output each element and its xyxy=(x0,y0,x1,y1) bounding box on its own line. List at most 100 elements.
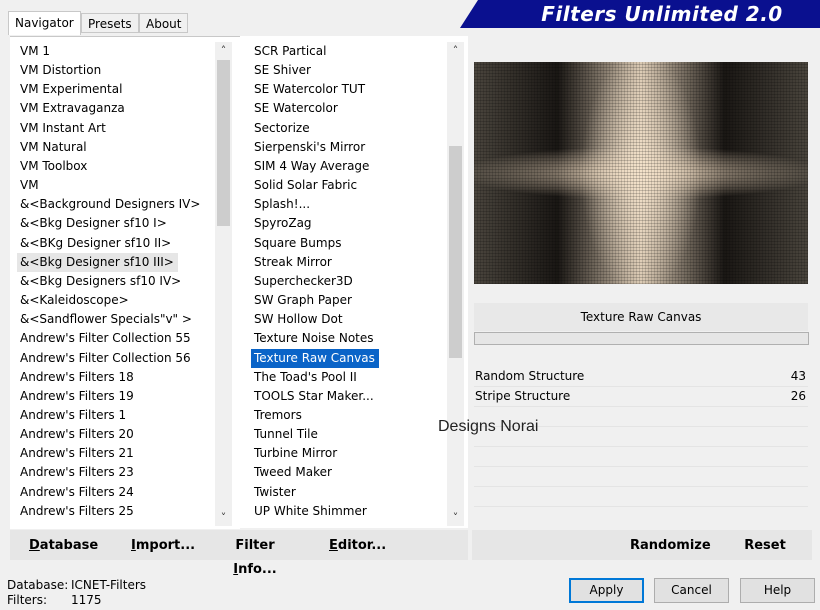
list-item[interactable]: SCR Partical xyxy=(251,42,330,61)
list-row: Tremors xyxy=(251,406,445,425)
import-button[interactable]: Import... xyxy=(131,534,195,558)
list-item[interactable]: &<Sandflower Specials"v" > xyxy=(17,310,196,329)
editor-hotkey: E xyxy=(329,538,338,553)
list-item[interactable]: SE Watercolor xyxy=(251,99,342,118)
list-row: TOOLS Star Maker... xyxy=(251,387,445,406)
list-item[interactable]: &<Bkg Designers sf10 IV> xyxy=(17,272,185,291)
status-filters-label: Filters: xyxy=(7,593,48,607)
apply-button[interactable]: Apply xyxy=(569,578,644,603)
list-item[interactable]: Andrew's Filters 18 xyxy=(17,368,138,387)
database-hotkey: D xyxy=(29,538,40,553)
list-row: Andrew's Filters 25 xyxy=(17,502,213,521)
list-item[interactable]: Sectorize xyxy=(251,119,314,138)
randomize-button[interactable]: Randomize xyxy=(630,534,711,558)
list-item[interactable]: &<Background Designers IV> xyxy=(17,195,204,214)
list-row: Andrew's Filters 19 xyxy=(17,387,213,406)
list-item[interactable]: Andrew's Filters 23 xyxy=(17,463,138,482)
filter-scrollbar[interactable]: ˄ ˅ xyxy=(447,42,464,526)
list-item[interactable]: Streak Mirror xyxy=(251,253,336,272)
list-item[interactable]: Tremors xyxy=(251,406,306,425)
list-item[interactable]: Andrew's Filter Collection 55 xyxy=(17,329,195,348)
list-item[interactable]: Texture Noise Notes xyxy=(251,329,378,348)
list-item[interactable]: VM Instant Art xyxy=(17,119,110,138)
list-row: &<Bkg Designers sf10 IV> xyxy=(17,272,213,291)
list-item[interactable]: Andrew's Filters 21 xyxy=(17,444,138,463)
scroll-down-icon[interactable]: ˅ xyxy=(215,509,232,526)
list-item[interactable]: Tunnel Tile xyxy=(251,425,322,444)
list-item[interactable]: &<Bkg Designer sf10 I> xyxy=(17,214,171,233)
import-rest: mport... xyxy=(135,538,196,553)
list-item[interactable]: VM Extravaganza xyxy=(17,99,129,118)
scroll-thumb[interactable] xyxy=(217,60,230,226)
list-item[interactable]: Sierpenski's Mirror xyxy=(251,138,369,157)
list-item[interactable]: Andrew's Filters 1 xyxy=(17,406,130,425)
list-item[interactable]: Turbine Mirror xyxy=(251,444,341,463)
list-item[interactable]: Twister xyxy=(251,483,300,502)
scroll-up-icon[interactable]: ˄ xyxy=(215,42,232,59)
category-list[interactable]: VM 1 VM Distortion VM Experimental VM Extra… xyxy=(17,42,213,521)
list-row: Andrew's Filters 18 xyxy=(17,368,213,387)
database-button[interactable]: Database xyxy=(29,534,98,558)
param-label: Stripe Structure xyxy=(475,389,571,403)
category-scrollbar[interactable]: ˄ ˅ xyxy=(215,42,232,526)
list-item[interactable]: &<BKg Designer sf10 II> xyxy=(17,234,175,253)
list-row: SIM 4 Way Average xyxy=(251,157,445,176)
scroll-up-icon[interactable]: ˄ xyxy=(447,42,464,59)
list-row: VM xyxy=(17,176,213,195)
list-item[interactable]: Solid Solar Fabric xyxy=(251,176,361,195)
list-item[interactable]: UP White Shimmer xyxy=(251,502,371,521)
reset-button[interactable]: Reset xyxy=(742,534,788,558)
list-item[interactable]: VM Distortion xyxy=(17,61,105,80)
list-item[interactable]: &<Bkg Designer sf10 III> xyxy=(17,252,178,272)
list-item[interactable]: &<Kaleidoscope> xyxy=(17,291,133,310)
help-button[interactable]: Help xyxy=(740,578,815,603)
filter-list[interactable]: SCR Partical SE Shiver SE Watercolor TUT SE… xyxy=(251,42,445,521)
list-row: &<BKg Designer sf10 II> xyxy=(17,234,213,253)
list-item[interactable]: VM Experimental xyxy=(17,80,126,99)
status-database-label: Database: xyxy=(7,578,69,592)
list-item[interactable]: Andrew's Filters 19 xyxy=(17,387,138,406)
list-item[interactable]: SE Watercolor TUT xyxy=(251,80,369,99)
list-item[interactable]: Tweed Maker xyxy=(251,463,336,482)
list-item[interactable]: The Toad's Pool II xyxy=(251,368,361,387)
param-row[interactable]: Random Structure 43 xyxy=(474,367,808,386)
tab-about[interactable]: About xyxy=(139,13,189,33)
list-row: &<Bkg Designer sf10 III> xyxy=(17,252,213,272)
list-item[interactable]: VM xyxy=(17,176,43,195)
list-item[interactable]: TOOLS Star Maker... xyxy=(251,387,378,406)
filter-info-button[interactable]: Filter Info... xyxy=(219,534,291,577)
param-row[interactable]: Stripe Structure 26 xyxy=(474,387,808,406)
list-item[interactable]: Texture Raw Canvas xyxy=(251,348,379,368)
list-item[interactable]: VM 1 xyxy=(17,42,54,61)
tab-presets[interactable]: Presets xyxy=(81,13,139,33)
list-item[interactable]: SIM 4 Way Average xyxy=(251,157,373,176)
list-item[interactable]: SE Shiver xyxy=(251,61,315,80)
list-row: Twister xyxy=(251,483,445,502)
cancel-button[interactable]: Cancel xyxy=(654,578,729,603)
list-row: &<Bkg Designer sf10 I> xyxy=(17,214,213,233)
list-item[interactable]: Andrew's Filter Collection 56 xyxy=(17,349,195,368)
list-row: SW Graph Paper xyxy=(251,291,445,310)
editor-button[interactable]: Editor... xyxy=(329,534,386,558)
scroll-down-icon[interactable]: ˅ xyxy=(447,509,464,526)
list-item[interactable]: VM Natural xyxy=(17,138,91,157)
list-row: SE Watercolor TUT xyxy=(251,80,445,99)
progress-bar xyxy=(474,332,809,345)
app-title: Filters Unlimited 2.0 xyxy=(541,2,783,26)
list-row: UP White Shimmer xyxy=(251,502,445,521)
list-item[interactable]: VM Toolbox xyxy=(17,157,91,176)
tab-navigator[interactable]: Navigator xyxy=(8,11,81,35)
list-item[interactable]: SpyroZag xyxy=(251,214,316,233)
list-item[interactable]: SW Hollow Dot xyxy=(251,310,347,329)
list-item[interactable]: Square Bumps xyxy=(251,234,345,253)
list-item[interactable]: SW Graph Paper xyxy=(251,291,356,310)
scroll-thumb[interactable] xyxy=(449,146,462,358)
list-item[interactable]: Andrew's Filters 20 xyxy=(17,425,138,444)
list-item[interactable]: Andrew's Filters 24 xyxy=(17,483,138,502)
list-row: VM 1 xyxy=(17,42,213,61)
list-item[interactable]: Andrew's Filters 25 xyxy=(17,502,138,521)
list-item[interactable]: Splash!... xyxy=(251,195,314,214)
list-row: Andrew's Filter Collection 56 xyxy=(17,349,213,368)
list-item[interactable]: Superchecker3D xyxy=(251,272,357,291)
param-value: 43 xyxy=(790,369,806,383)
